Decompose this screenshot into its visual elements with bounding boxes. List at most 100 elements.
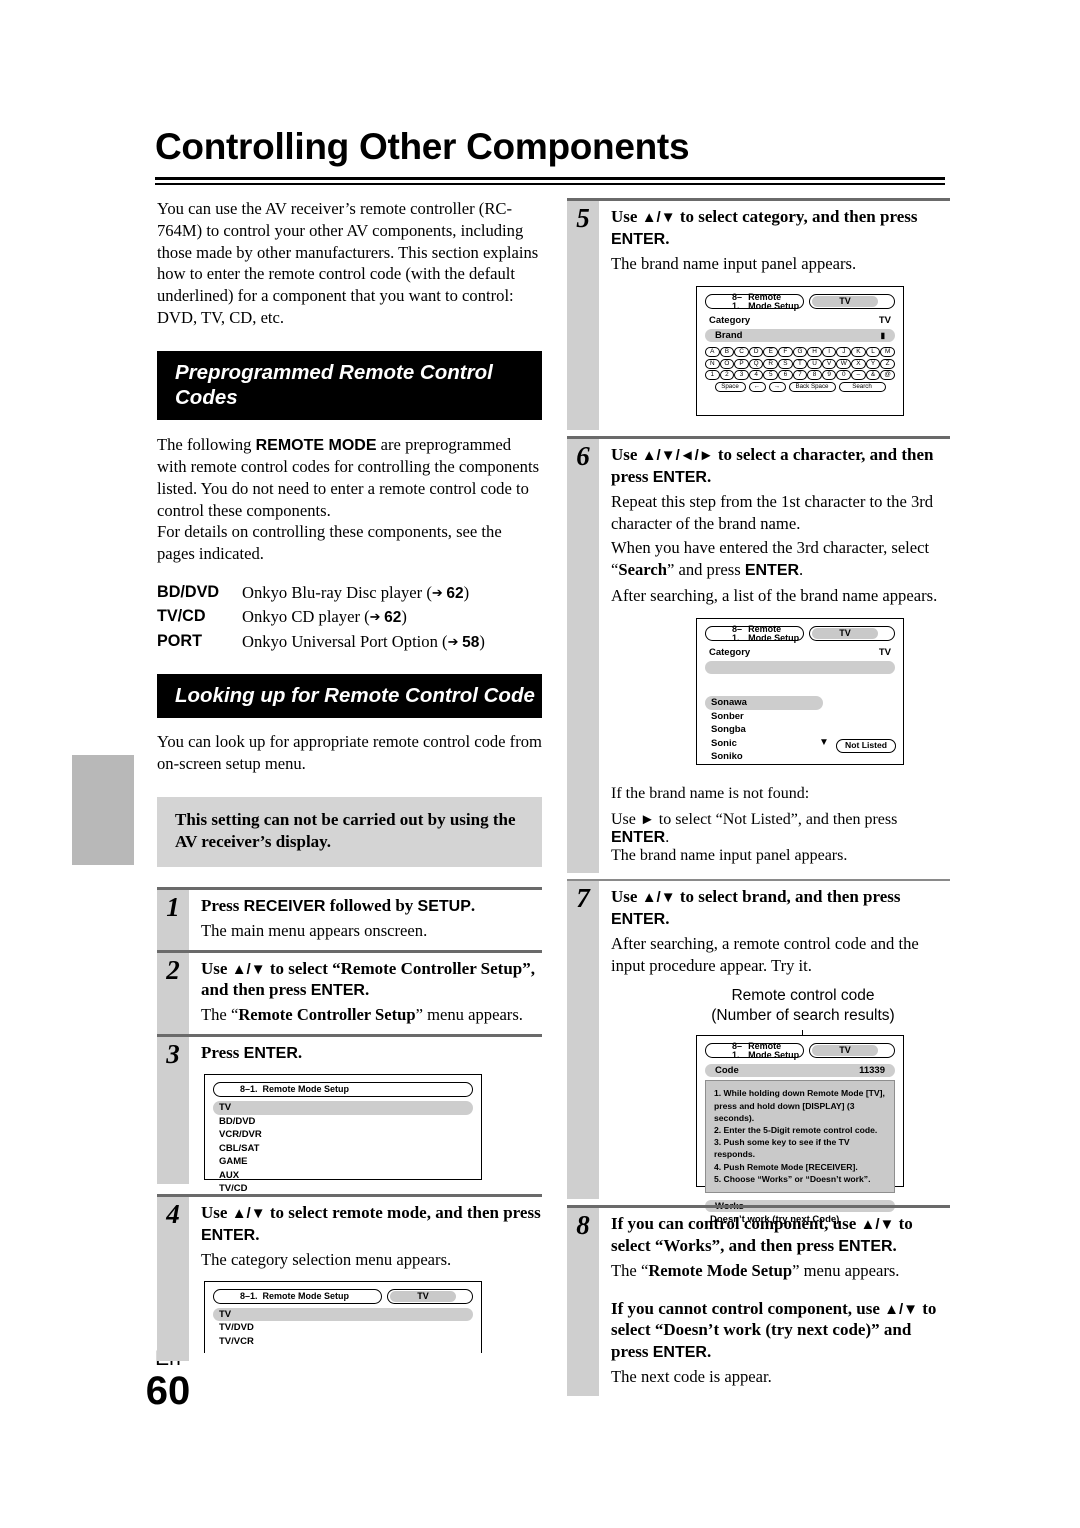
scroll-down-arrow-icon[interactable]: ▼ bbox=[819, 738, 829, 748]
s6-a: Use bbox=[611, 445, 642, 465]
key-back-space[interactable]: Back Space bbox=[788, 381, 836, 392]
osd-menu-number: 8–1. bbox=[240, 1290, 258, 1301]
key-1[interactable]: 1 bbox=[705, 370, 720, 381]
key-l[interactable]: L bbox=[865, 347, 881, 358]
key-s[interactable]: S bbox=[778, 358, 793, 369]
key-v[interactable]: V bbox=[821, 358, 837, 369]
key-space[interactable]: Space bbox=[714, 381, 746, 392]
s4-d: . bbox=[255, 1224, 260, 1244]
osd-mode-tag-pill: TV bbox=[809, 626, 895, 642]
step-6-sub-3: After searching, a list of the brand nam… bbox=[611, 585, 938, 605]
key-7[interactable]: 7 bbox=[792, 370, 808, 381]
key-c[interactable]: C bbox=[734, 347, 749, 358]
s1-receiver: RECEIVER bbox=[243, 897, 326, 915]
key-n[interactable]: N bbox=[705, 358, 720, 369]
key-right-arrow-icon[interactable]: → bbox=[768, 381, 786, 392]
mode-desc-text: Onkyo Blu-ray Disc player ( bbox=[242, 582, 432, 602]
osd-menu-pill: 8–1. Remote Mode Setup bbox=[213, 1288, 382, 1304]
preprogrammed-paragraph-1: The following REMOTE MODE are preprogram… bbox=[157, 434, 542, 521]
key-b[interactable]: B bbox=[719, 347, 735, 358]
osd-list-item[interactable]: TV bbox=[213, 1101, 473, 1115]
key-r[interactable]: R bbox=[763, 358, 779, 369]
key-m[interactable]: M bbox=[880, 347, 895, 358]
key-o[interactable]: O bbox=[719, 358, 735, 369]
key-f[interactable]: F bbox=[778, 347, 793, 358]
key-a[interactable]: A bbox=[705, 347, 720, 358]
osd-mode-tag-pill: TV bbox=[809, 1043, 895, 1059]
key-u[interactable]: U bbox=[807, 358, 822, 369]
key-j[interactable]: J bbox=[836, 347, 852, 358]
osd-list-item[interactable]: VCR/DVR bbox=[205, 1128, 481, 1141]
key-h[interactable]: H bbox=[807, 347, 822, 358]
arrow-right-icon: ➔ bbox=[369, 609, 385, 625]
key-5[interactable]: 5 bbox=[763, 370, 779, 381]
s8-d: . bbox=[892, 1235, 897, 1255]
key-search[interactable]: Search bbox=[838, 381, 886, 392]
left-column: You can use the AV receiver’s remote con… bbox=[157, 198, 542, 1361]
nf-a: Use bbox=[611, 811, 640, 829]
osd-list-item[interactable]: CBL/SAT bbox=[205, 1142, 481, 1155]
osd-brand-empty-row[interactable] bbox=[705, 661, 895, 675]
key-t[interactable]: T bbox=[792, 358, 808, 369]
osd-brand-results: 8–1. Remote Mode Setup TV Category TV So… bbox=[696, 618, 904, 766]
s4-enter: ENTER bbox=[201, 1226, 256, 1244]
s2-a: Use bbox=[201, 958, 232, 978]
osd-code-label: Code bbox=[715, 1065, 739, 1077]
s4-a: Use bbox=[201, 1203, 232, 1223]
keyboard-row-letters-1: A B C D E F G H I J K L M bbox=[705, 347, 895, 358]
s2-d: . bbox=[364, 980, 370, 1000]
osd-brand-item[interactable]: Sonawa bbox=[705, 696, 823, 710]
osd-brand-item[interactable]: Songba bbox=[697, 723, 903, 736]
page-side-tab-marker bbox=[72, 755, 134, 865]
key-ampersand[interactable]: & bbox=[865, 370, 881, 381]
key-z[interactable]: Z bbox=[880, 358, 895, 369]
updown-arrow-icon: ▲/▼ bbox=[641, 209, 676, 226]
s8-enter: ENTER bbox=[838, 1237, 893, 1255]
key-hyphen[interactable]: – bbox=[851, 370, 866, 381]
osd-list-item[interactable]: TV bbox=[213, 1307, 473, 1322]
key-2[interactable]: 2 bbox=[719, 370, 735, 381]
step-8-heading-alt: If you cannot control component, use ▲/▼… bbox=[611, 1298, 950, 1363]
s8-sub-c: ” menu appears. bbox=[792, 1261, 900, 1281]
osd-list-item[interactable]: TV/DVD bbox=[205, 1321, 481, 1334]
key-k[interactable]: K bbox=[851, 347, 866, 358]
osd-category-row: Category TV bbox=[697, 315, 903, 328]
mode-page: 58 bbox=[462, 633, 480, 651]
key-at[interactable]: @ bbox=[880, 370, 895, 381]
osd-remote-mode-list: TV BD/DVD VCR/DVR CBL/SAT GAME AUX TV/CD bbox=[205, 1097, 481, 1195]
key-w[interactable]: W bbox=[836, 358, 852, 369]
key-g[interactable]: G bbox=[792, 347, 808, 358]
osd-title-bar: 8–1. Remote Mode Setup TV bbox=[705, 1041, 895, 1059]
key-4[interactable]: 4 bbox=[748, 370, 764, 381]
osd-mode-tag: TV bbox=[812, 1045, 878, 1057]
key-0[interactable]: 0 bbox=[836, 370, 852, 381]
osd-brand-item[interactable]: Sonber bbox=[697, 710, 903, 723]
key-q[interactable]: Q bbox=[748, 358, 764, 369]
osd-title-bar: 8–1. Remote Mode Setup TV bbox=[705, 624, 895, 642]
key-i[interactable]: I bbox=[821, 347, 837, 358]
key-d[interactable]: D bbox=[748, 347, 764, 358]
step-2-sub: The “Remote Controller Setup” menu appea… bbox=[201, 1004, 542, 1026]
osd-brand-row[interactable]: Brand ▮ bbox=[705, 329, 895, 343]
key-y[interactable]: Y bbox=[865, 358, 881, 369]
nf-enter: ENTER bbox=[611, 829, 666, 847]
key-9[interactable]: 9 bbox=[821, 370, 837, 381]
osd-list-item[interactable]: AUX bbox=[205, 1169, 481, 1182]
key-6[interactable]: 6 bbox=[778, 370, 793, 381]
key-8[interactable]: 8 bbox=[807, 370, 822, 381]
mode-key: PORT bbox=[157, 631, 202, 650]
s6-enter2: ENTER bbox=[744, 562, 800, 580]
not-listed-button[interactable]: Not Listed bbox=[835, 738, 896, 754]
key-3[interactable]: 3 bbox=[734, 370, 749, 381]
key-p[interactable]: P bbox=[734, 358, 749, 369]
osd-list-item[interactable]: BD/DVD bbox=[205, 1115, 481, 1128]
key-left-arrow-icon[interactable]: ← bbox=[748, 381, 766, 392]
instruction-line: press and hold down [DISPLAY] (3 seconds… bbox=[714, 1100, 855, 1123]
key-e[interactable]: E bbox=[763, 347, 779, 358]
osd-list-item[interactable]: TV/VCR bbox=[205, 1335, 481, 1348]
osd-remote-mode-setup: 8–1. Remote Mode Setup TV BD/DVD VCR/DVR… bbox=[204, 1074, 482, 1194]
key-x[interactable]: X bbox=[851, 358, 866, 369]
osd-code-value: 11339 bbox=[859, 1065, 885, 1077]
osd-list-item[interactable]: GAME bbox=[205, 1155, 481, 1168]
step-8-number: 8 bbox=[567, 1208, 599, 1396]
